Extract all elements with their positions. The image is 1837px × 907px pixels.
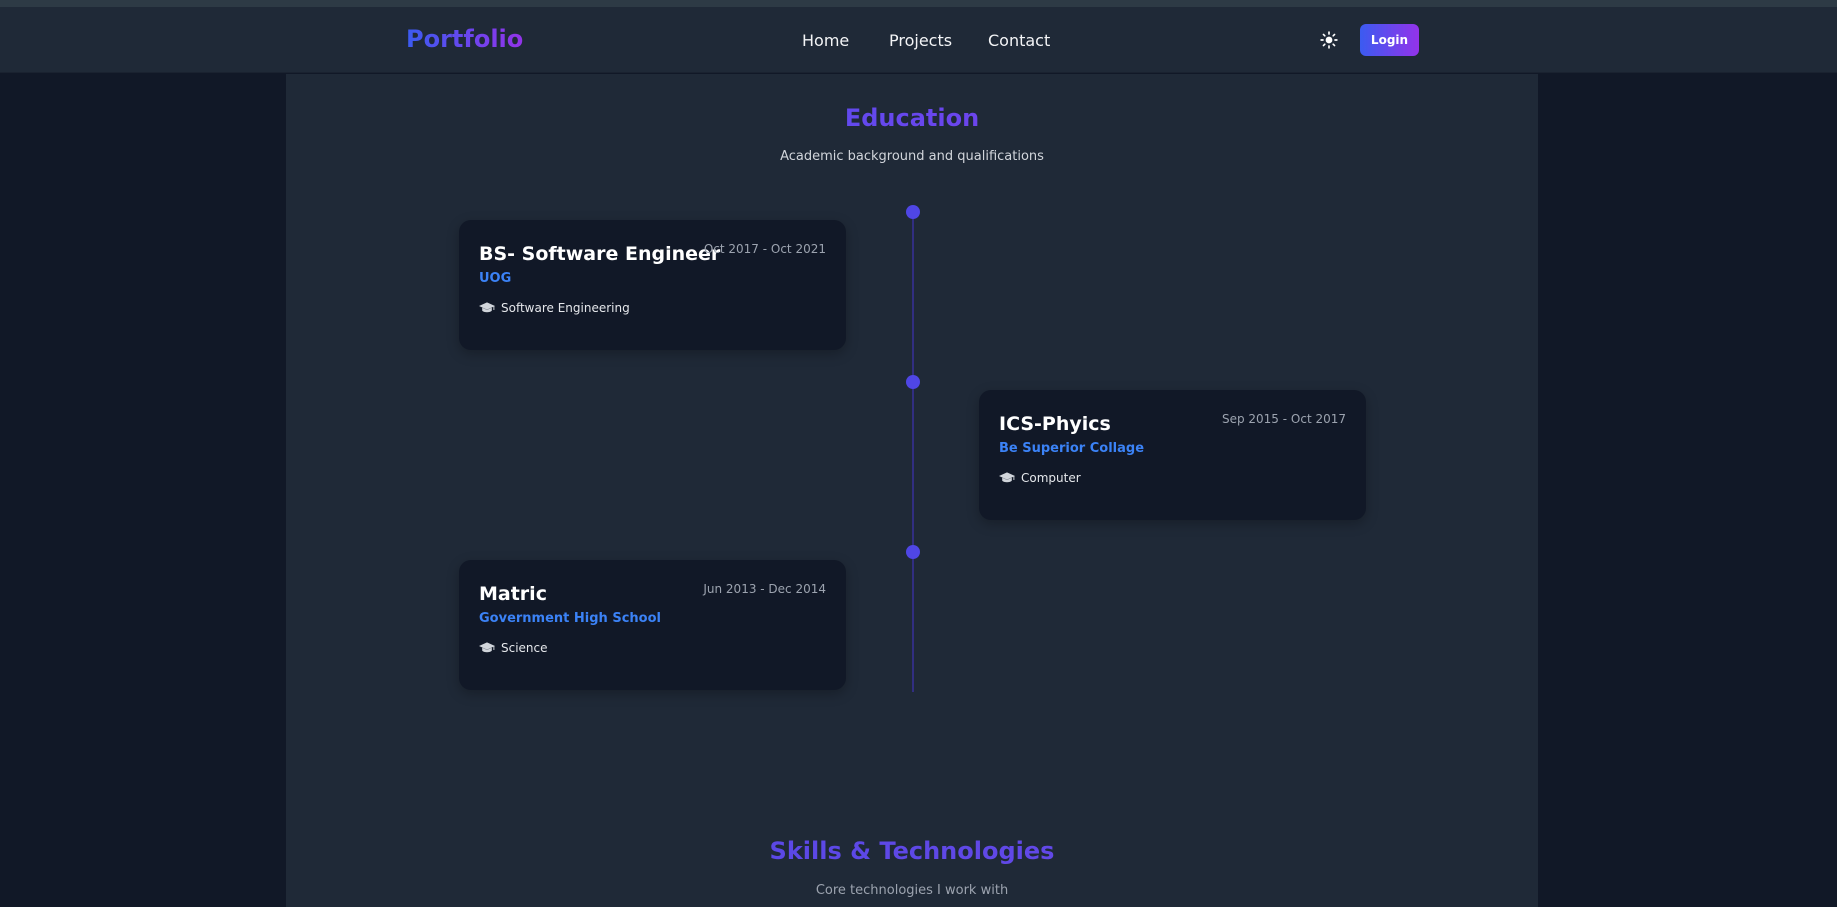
- graduation-cap-icon: [479, 642, 495, 653]
- navbar: Portfolio Home Projects Contact Login: [0, 7, 1837, 73]
- education-title: Education: [286, 104, 1538, 132]
- nav-link-home[interactable]: Home: [802, 31, 849, 50]
- window-top-strip: [0, 0, 1837, 7]
- date-range: Oct 2017 - Oct 2021: [703, 242, 826, 256]
- nav-link-contact[interactable]: Contact: [988, 31, 1050, 50]
- timeline-dot: [906, 205, 920, 219]
- education-subtitle: Academic background and qualifications: [780, 149, 1044, 164]
- field-of-study: Software Engineering: [479, 301, 630, 315]
- education-card: Matric Jun 2013 - Dec 2014 Government Hi…: [459, 560, 846, 690]
- school-name: UOG: [479, 271, 512, 286]
- graduation-cap-icon: [999, 472, 1015, 483]
- brand-logo[interactable]: Portfolio: [406, 25, 523, 53]
- degree-title: ICS-Phyics: [999, 413, 1111, 435]
- date-range: Sep 2015 - Oct 2017: [1221, 412, 1346, 426]
- education-card: ICS-Phyics Sep 2015 - Oct 2017 Be Superi…: [979, 390, 1366, 520]
- graduation-cap-icon: [479, 302, 495, 313]
- field-label: Science: [501, 641, 548, 655]
- school-name: Government High School: [479, 611, 661, 626]
- field-label: Computer: [1021, 471, 1081, 485]
- education-section: Education Academic background and qualif…: [286, 74, 1538, 907]
- degree-title: Matric: [479, 583, 547, 605]
- theme-toggle-button[interactable]: [1318, 29, 1340, 51]
- timeline-line: [912, 212, 914, 692]
- field-of-study: Science: [479, 641, 548, 655]
- sun-icon: [1320, 31, 1338, 49]
- field-of-study: Computer: [999, 471, 1081, 485]
- education-card: BS- Software Engineer Oct 2017 - Oct 202…: [459, 220, 846, 350]
- school-name: Be Superior Collage: [999, 441, 1145, 456]
- field-label: Software Engineering: [501, 301, 630, 315]
- date-range: Jun 2013 - Dec 2014: [703, 582, 826, 596]
- timeline-dot: [906, 545, 920, 559]
- login-button[interactable]: Login: [1360, 24, 1419, 56]
- skills-subtitle: Core technologies I work with: [815, 883, 1009, 898]
- timeline-dot: [906, 375, 920, 389]
- degree-title: BS- Software Engineer: [479, 243, 721, 265]
- nav-link-projects[interactable]: Projects: [889, 31, 952, 50]
- skills-title: Skills & Technologies: [286, 837, 1538, 865]
